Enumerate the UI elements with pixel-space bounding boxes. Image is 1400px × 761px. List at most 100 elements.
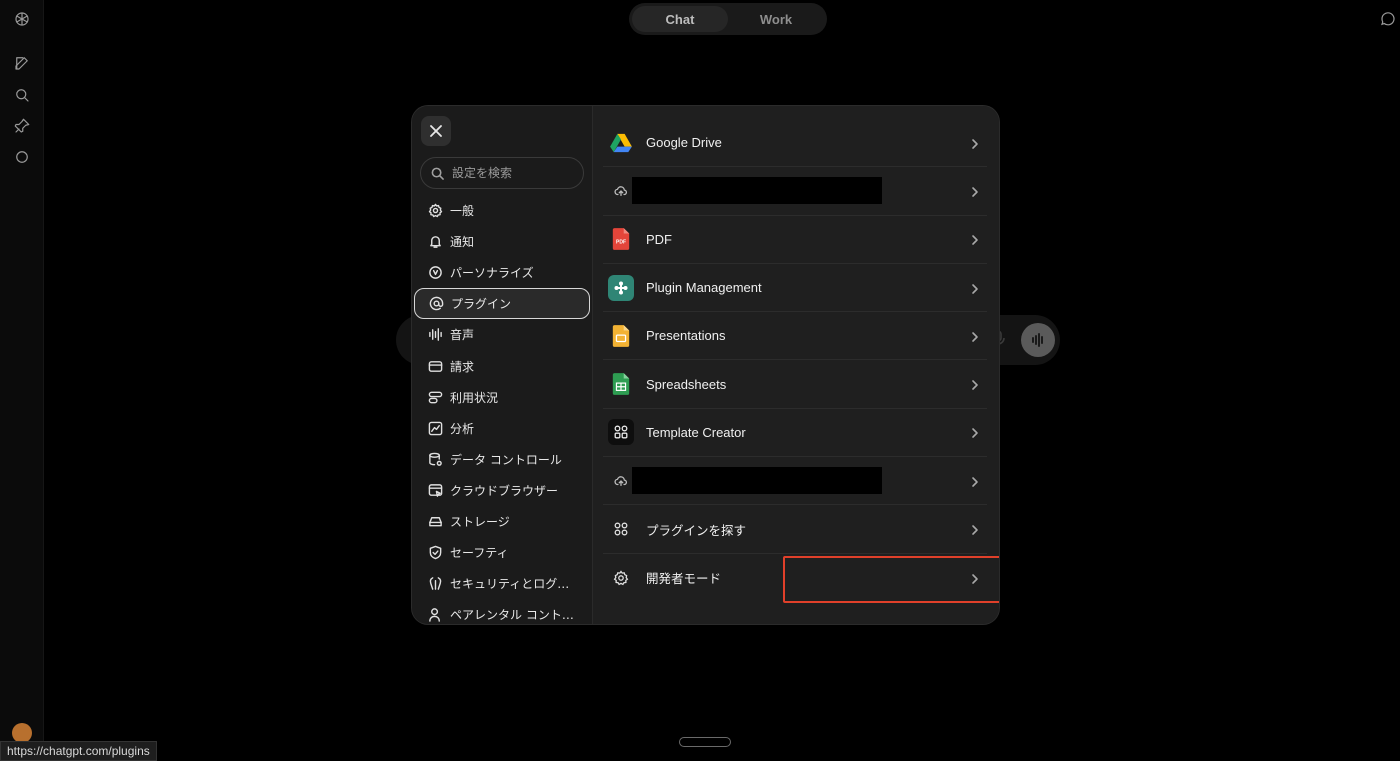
gear-icon <box>608 565 634 591</box>
plugin-row-pdf[interactable]: PDF PDF <box>603 216 987 264</box>
circle-icon[interactable] <box>13 148 31 166</box>
svg-text:PDF: PDF <box>616 240 626 246</box>
voice-mode-button[interactable] <box>1021 323 1055 357</box>
nav-item-parental[interactable]: ペアレンタル コントロール <box>414 599 590 624</box>
plugins-panel: Google Drive PDF PDF Plugin Management P… <box>593 106 999 624</box>
personalize-icon <box>427 265 443 281</box>
nav-item-personalize[interactable]: パーソナライズ <box>414 257 590 288</box>
plugin-row-plugin-management[interactable]: Plugin Management <box>603 264 987 313</box>
chat-bubble-icon[interactable] <box>1379 10 1397 28</box>
nav-item-voice[interactable]: 音声 <box>414 319 590 350</box>
cloud-sync-icon <box>608 468 634 494</box>
plugin-list: Google Drive PDF PDF Plugin Management P… <box>603 119 987 602</box>
chevron-right-icon <box>969 523 981 535</box>
plugin-row-redacted[interactable] <box>603 457 987 506</box>
plugin-row-find-plugins[interactable]: プラグインを探す <box>603 505 987 554</box>
nav-item-plugins[interactable]: プラグイン <box>414 288 590 320</box>
plugin-name: Spreadsheets <box>646 376 727 392</box>
analytics-icon <box>427 420 443 436</box>
database-icon <box>427 451 443 467</box>
waveform-icon <box>427 327 443 343</box>
chat-tab[interactable]: Chat <box>632 6 728 32</box>
nav-label: ストレージ <box>450 514 510 529</box>
presentations-icon <box>608 323 634 349</box>
plugin-row-spreadsheets[interactable]: Spreadsheets <box>603 360 987 409</box>
nav-item-billing[interactable]: 請求 <box>414 350 590 381</box>
nav-item-general[interactable]: 一般 <box>414 195 590 226</box>
at-sign-icon <box>428 296 444 312</box>
plugin-management-icon <box>608 274 634 301</box>
gear-icon <box>427 203 443 219</box>
nav-label: パーソナライズ <box>450 266 534 281</box>
plugin-row-google-drive[interactable]: Google Drive <box>603 119 987 168</box>
grid-icon <box>608 516 634 542</box>
template-creator-icon <box>608 419 634 446</box>
plugin-row-template-creator[interactable]: Template Creator <box>603 409 987 458</box>
nav-label: 音声 <box>450 328 475 343</box>
nav-label: セーフティ <box>450 546 509 561</box>
nav-item-data-controls[interactable]: データ コントロール <box>414 444 590 475</box>
new-chat-icon[interactable] <box>13 54 31 72</box>
chevron-right-icon <box>969 426 981 439</box>
chevron-right-icon <box>969 378 981 390</box>
nav-item-cloud-browser[interactable]: クラウドブラウザー <box>414 475 590 506</box>
openai-logo-icon[interactable] <box>13 10 31 28</box>
plugin-name: Template Creator <box>646 424 746 440</box>
scroll-indicator[interactable] <box>679 737 731 747</box>
plugin-name: Google Drive <box>646 135 722 151</box>
plugin-row-redacted[interactable] <box>603 167 987 216</box>
close-button[interactable] <box>421 116 451 146</box>
avatar[interactable] <box>12 723 32 743</box>
close-icon <box>430 125 442 137</box>
nav-label: プラグイン <box>451 297 512 312</box>
cloud-sync-icon <box>608 178 634 204</box>
usage-icon <box>427 389 443 405</box>
redacted-block <box>632 177 882 205</box>
nav-label: クラウドブラウザー <box>450 483 559 498</box>
nav-label: 通知 <box>450 235 475 250</box>
nav-item-notifications[interactable]: 通知 <box>414 226 590 257</box>
work-tab[interactable]: Work <box>728 6 824 32</box>
settings-modal: 一般 通知 パーソナライズ プラグイン 音声 請求 <box>412 106 999 624</box>
pdf-icon: PDF <box>608 226 634 252</box>
waveform-icon <box>1032 333 1043 347</box>
parent-icon <box>427 607 443 623</box>
status-url: https://chatgpt.com/plugins <box>0 741 157 761</box>
shield-icon <box>427 545 443 561</box>
nav-label: 一般 <box>450 204 475 219</box>
nav-item-storage[interactable]: ストレージ <box>414 506 590 537</box>
search-icon <box>431 167 444 180</box>
pin-icon[interactable] <box>13 117 31 135</box>
nav-item-safety[interactable]: セーフティ <box>414 537 590 568</box>
spreadsheets-icon <box>608 371 634 397</box>
chevron-right-icon <box>969 185 981 197</box>
plugin-name: PDF <box>646 231 672 247</box>
plugin-name: Plugin Management <box>646 280 762 296</box>
chevron-right-icon <box>969 233 981 246</box>
plugin-name: プラグインを探す <box>646 522 747 538</box>
nav-label: セキュリティとログイン <box>450 577 580 592</box>
nav-label: 分析 <box>450 421 475 436</box>
chevron-right-icon <box>969 137 981 149</box>
plugin-name: 開発者モード <box>646 571 722 587</box>
plugin-row-presentations[interactable]: Presentations <box>603 312 987 361</box>
settings-search-input[interactable] <box>452 166 572 180</box>
settings-nav: 一般 通知 パーソナライズ プラグイン 音声 請求 利用状況 分析 データ コン… <box>414 195 590 624</box>
credit-card-icon <box>427 358 443 374</box>
nav-item-analytics[interactable]: 分析 <box>414 413 590 444</box>
settings-search <box>420 157 584 189</box>
search-icon[interactable] <box>13 86 31 104</box>
bell-icon <box>427 234 443 250</box>
google-drive-icon <box>608 130 634 156</box>
chevron-right-icon <box>969 475 981 487</box>
plugin-name: Presentations <box>646 328 726 344</box>
cloud-browser-icon <box>427 482 443 498</box>
plugin-row-developer-mode[interactable]: 開発者モード <box>603 554 987 602</box>
chevron-right-icon <box>969 330 981 342</box>
storage-icon <box>427 513 443 529</box>
chevron-right-icon <box>969 572 981 584</box>
nav-label: 請求 <box>450 359 475 374</box>
nav-label: 利用状況 <box>450 390 499 405</box>
nav-item-usage[interactable]: 利用状況 <box>414 382 590 413</box>
nav-item-security[interactable]: セキュリティとログイン <box>414 568 590 599</box>
